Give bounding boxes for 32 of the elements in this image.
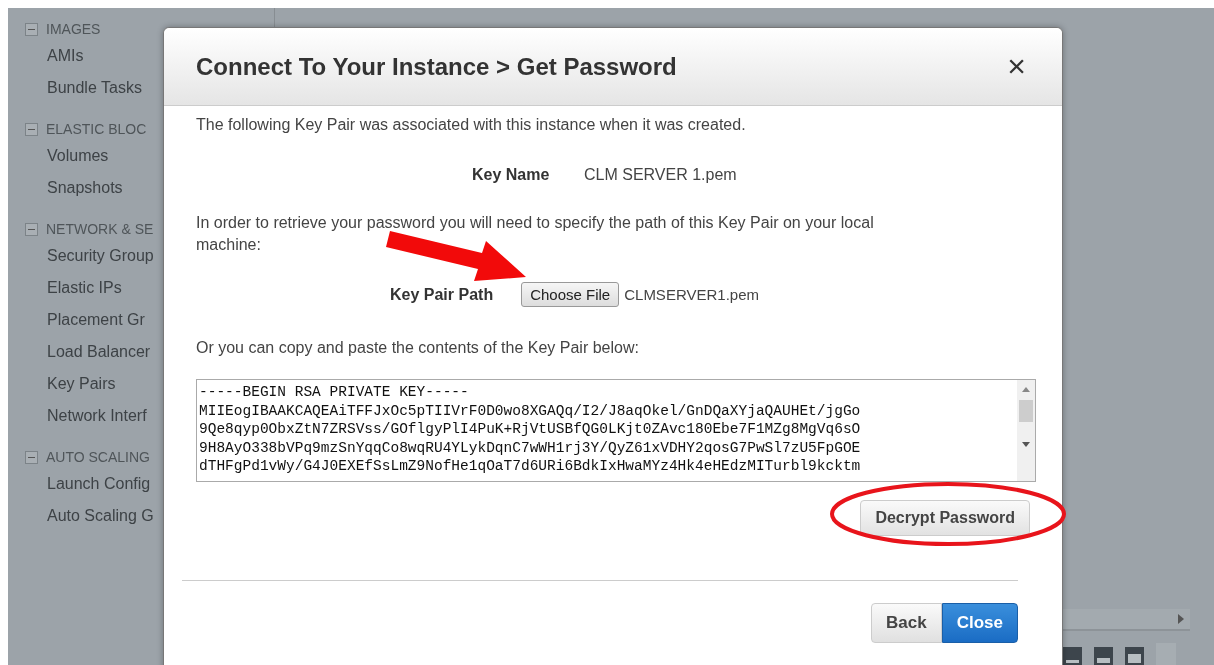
section-heading: NETWORK & SE — [46, 221, 154, 237]
key-line: 9Qe8qyp0ObxZtN7ZRSVss/GOflgyPlI4PuK+RjVtUSBfQG0LKjt0ZAvc180Ebe7F1MZg8MgVq6sO — [199, 420, 862, 439]
collapse-icon[interactable] — [25, 122, 38, 136]
instruction-text: In order to retrieve your password you will need to specify the path of this Key Pair on your local machine: — [196, 213, 875, 255]
file-name: CLMSERVER1.pem — [624, 286, 759, 303]
section-heading: AUTO SCALING — [46, 449, 150, 465]
secondary-button[interactable]: Back — [871, 603, 942, 643]
close-button[interactable]: × — [1003, 48, 1030, 85]
intro-text: The following Key Pair was associated with this instance when it was created. — [196, 115, 747, 135]
layout-icon[interactable] — [1125, 647, 1144, 665]
key-name-value: CLM SERVER 1.pem — [584, 166, 737, 184]
primary-button[interactable]: Close — [941, 603, 1018, 643]
field-label: Key Name — [472, 166, 551, 184]
choose-file-button[interactable]: Choose File — [521, 282, 620, 307]
collapse-icon[interactable] — [25, 22, 38, 36]
section-heading: IMAGES — [46, 21, 101, 37]
key-line: -----BEGIN RSA PRIVATE KEY----- — [199, 383, 470, 402]
key-line: dTHFgPd1vWy/G4J0EXEfSsLmZ9NofHe1qOaT7d6URi6BdkIxHwaMYz4Hk4eHEdzMITurbl9kcktm — [199, 457, 862, 476]
collapse-icon[interactable] — [25, 222, 38, 236]
vertical-scrollbar[interactable] — [1017, 380, 1035, 481]
dialog-title: Connect To Your Instance > Get Password — [196, 52, 677, 81]
field-label: Key Pair Path — [390, 285, 494, 304]
decrypt-password-button[interactable]: Decrypt Password — [860, 500, 1030, 536]
layout-icon[interactable] — [1094, 647, 1113, 665]
section-heading: ELASTIC BLOC — [46, 121, 147, 137]
layout-icon[interactable] — [1063, 647, 1082, 665]
scroll-right-icon[interactable] — [1178, 614, 1184, 624]
key-line: MIIEogIBAAKCAQEAiTFFJxOc5pTIIVrF0D0wo8XGAQq/I2/J8aqOkel/GnDQaXYjaQAUHEt/jgGo — [199, 401, 862, 420]
key-textarea[interactable] — [196, 379, 1036, 482]
collapse-icon[interactable] — [25, 450, 38, 464]
key-line: 9H8AyO338bVPq9mzSnYqqCo8wqRU4YLykDqnC7wWH1rj3Y/QyZ61xVDHY2qosG7PwSl7zU5FpGOE — [199, 438, 862, 457]
instruction-text: Or you can copy and paste the contents of the Key Pair below: — [196, 338, 640, 358]
